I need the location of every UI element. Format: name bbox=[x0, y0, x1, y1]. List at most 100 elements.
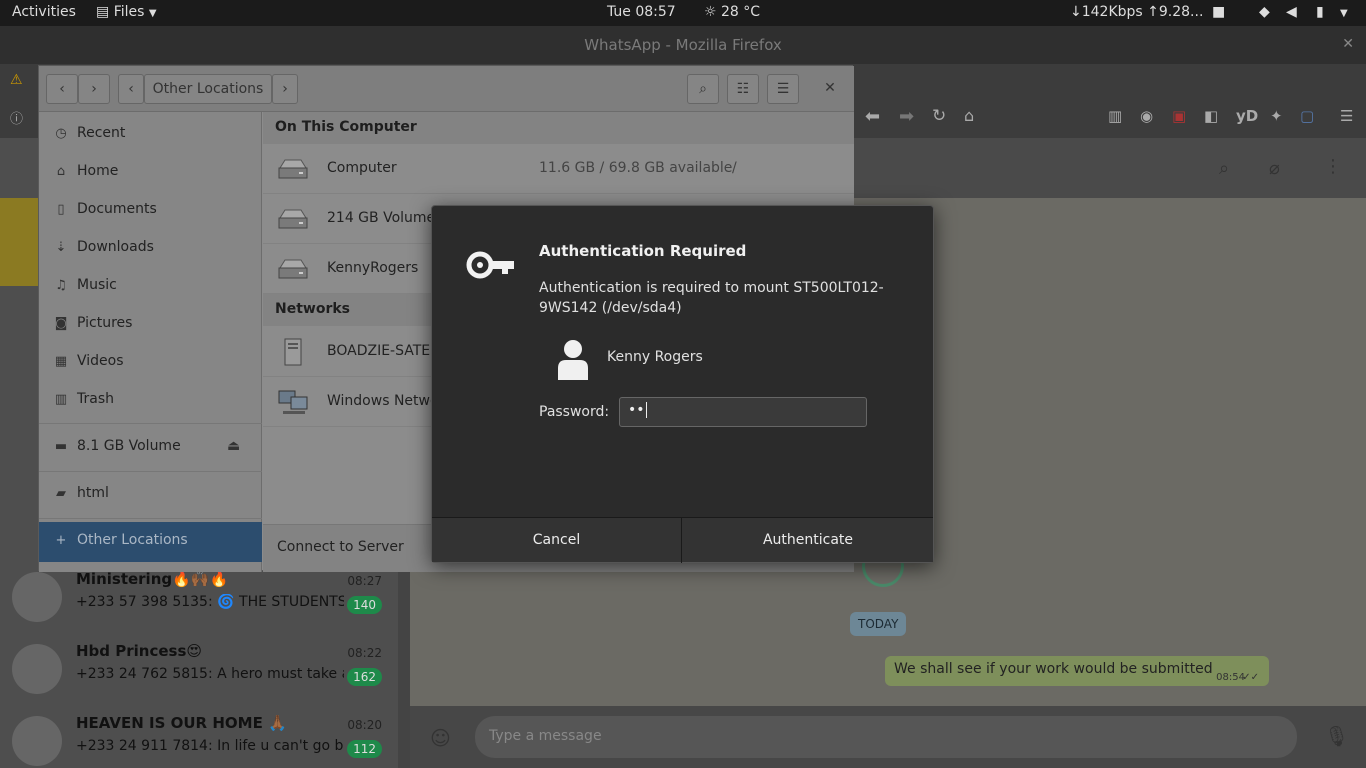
network-computers-icon bbox=[278, 390, 308, 414]
computer-tower-icon bbox=[284, 338, 302, 366]
group-avatar bbox=[12, 716, 62, 766]
music-icon: ♫ bbox=[55, 278, 67, 293]
date-divider: TODAY bbox=[850, 612, 907, 636]
message-time: 08:54 bbox=[1216, 672, 1245, 683]
home-icon[interactable]: ⌂ bbox=[964, 106, 974, 125]
sidebar-item-label: Music bbox=[77, 277, 117, 293]
more-options-icon[interactable]: ⋮ bbox=[1324, 156, 1342, 177]
clock[interactable]: Tue 08:57 bbox=[607, 4, 676, 20]
home-icon: ⌂ bbox=[56, 164, 66, 179]
back-icon[interactable]: ⬅ bbox=[865, 106, 880, 127]
connect-to-server-label: Connect to Server bbox=[277, 539, 404, 555]
group-avatar bbox=[12, 572, 62, 622]
activities-button[interactable]: Activities bbox=[12, 4, 76, 20]
sidebar-item-recent[interactable]: ◷ Recent bbox=[39, 115, 262, 153]
sidebar-item-pictures[interactable]: ◙ Pictures bbox=[39, 305, 262, 343]
firefox-close-icon[interactable]: ✕ bbox=[1342, 36, 1354, 52]
attach-icon[interactable]: ⌀ bbox=[1269, 158, 1280, 179]
sidebar-item-label: Videos bbox=[77, 353, 124, 369]
camera-indicator-icon: ■ bbox=[1212, 4, 1226, 20]
dialog-message: Authentication is required to mount ST50… bbox=[539, 280, 884, 316]
hamburger-icon: ☰ bbox=[776, 81, 790, 97]
sidebar-icon[interactable]: ◧ bbox=[1204, 107, 1218, 125]
battery-icon[interactable]: ▮ bbox=[1316, 4, 1324, 20]
film-icon: ▦ bbox=[54, 354, 68, 369]
authenticate-button[interactable]: Authenticate bbox=[683, 518, 933, 563]
chevron-right-icon: › bbox=[282, 81, 288, 97]
hard-drive-icon bbox=[278, 209, 308, 229]
chevron-right-icon: › bbox=[91, 81, 97, 97]
menu-button[interactable]: ☰ bbox=[767, 74, 799, 104]
gnome-top-bar: Activities ▤ Files ▼ Tue 08:57 ☼ 28 °C ↓… bbox=[0, 0, 1366, 26]
path-bar-current[interactable]: Other Locations bbox=[144, 74, 272, 104]
chat-list-item[interactable]: Hbd Princess😍 08:22 +233 24 762 5815: A … bbox=[0, 634, 398, 706]
chat-name: HEAVEN IS OUR HOME 🙏🏾 bbox=[76, 714, 287, 732]
sidebar-item-label: html bbox=[77, 485, 109, 501]
password-input[interactable]: •• bbox=[619, 397, 867, 427]
path-scroll-right-button[interactable]: › bbox=[272, 74, 298, 104]
sidebar-item-music[interactable]: ♫ Music bbox=[39, 267, 262, 305]
site-info-icon[interactable]: ⓘ bbox=[10, 108, 23, 127]
chevron-left-icon: ‹ bbox=[59, 81, 65, 97]
chat-list-item[interactable]: HEAVEN IS OUR HOME 🙏🏾 08:20 +233 24 911 … bbox=[0, 706, 398, 768]
folder-icon: ▰ bbox=[56, 486, 66, 501]
network-speed: ↓142Kbps ↑9.28... bbox=[1070, 4, 1204, 20]
hard-drive-icon bbox=[278, 259, 308, 279]
close-button[interactable]: ✕ bbox=[815, 74, 845, 104]
text-cursor bbox=[645, 402, 647, 418]
sidebar-item-trash[interactable]: ▥ Trash bbox=[39, 381, 262, 419]
forward-button[interactable]: › bbox=[78, 74, 110, 104]
volume-icon[interactable]: ◀ bbox=[1286, 4, 1297, 20]
chat-list-item[interactable]: Ministering🔥🙌🏾🔥 08:27 +233 57 398 5135: … bbox=[0, 562, 398, 634]
back-button[interactable]: ‹ bbox=[46, 74, 78, 104]
files-app-icon: ▤ bbox=[96, 4, 110, 20]
library-icon[interactable]: ▥ bbox=[1108, 107, 1122, 125]
extension-icon-3[interactable]: ▢ bbox=[1300, 107, 1314, 125]
view-toggle-button[interactable]: ☷ bbox=[727, 74, 759, 104]
microphone-icon[interactable]: 🎙 bbox=[1324, 724, 1349, 748]
yd-extension-icon[interactable]: yD bbox=[1236, 107, 1258, 125]
firefox-titlebar: WhatsApp - Mozilla Firefox bbox=[0, 26, 1366, 64]
sidebar-item-label: Other Locations bbox=[77, 532, 188, 548]
sidebar-divider bbox=[39, 518, 262, 519]
chevron-down-icon: ▼ bbox=[148, 8, 157, 19]
sidebar-item-other-locations[interactable]: + Other Locations bbox=[39, 522, 262, 562]
sidebar-item-documents[interactable]: ▯ Documents bbox=[39, 191, 262, 229]
document-icon: ▯ bbox=[57, 202, 65, 217]
hd-extension-icon[interactable]: ▣ bbox=[1172, 107, 1186, 125]
sidebar-item-html[interactable]: ▰ html bbox=[39, 475, 262, 513]
chat-preview: +233 24 762 5815: A hero must take a st.… bbox=[76, 666, 344, 682]
reload-icon[interactable]: ↻ bbox=[932, 106, 946, 126]
extension-icon[interactable]: ◉ bbox=[1140, 107, 1153, 125]
sidebar-item-videos[interactable]: ▦ Videos bbox=[39, 343, 262, 381]
forward-icon[interactable]: ➡ bbox=[899, 106, 914, 127]
files-headerbar: ‹ › ‹ Other Locations › ⌕ ☷ ☰ ✕ bbox=[39, 66, 854, 112]
sidebar-item-volume[interactable]: ▬ 8.1 GB Volume ⏏ bbox=[39, 428, 262, 466]
password-value: •• bbox=[628, 402, 645, 418]
cancel-button[interactable]: Cancel bbox=[432, 518, 682, 563]
search-button[interactable]: ⌕ bbox=[687, 74, 719, 104]
system-menu-chevron-icon[interactable]: ▼ bbox=[1340, 8, 1348, 19]
location-row-computer[interactable]: Computer 11.6 GB / 69.8 GB available / bbox=[263, 144, 854, 194]
extension-icon-2[interactable]: ✦ bbox=[1270, 107, 1283, 125]
dialog-button-bar: Cancel Authenticate bbox=[432, 517, 933, 563]
user-avatar-icon bbox=[558, 340, 588, 380]
camera-icon: ◙ bbox=[54, 316, 68, 331]
weather-indicator[interactable]: ☼ 28 °C bbox=[704, 4, 760, 20]
sidebar-item-downloads[interactable]: ⇣ Downloads bbox=[39, 229, 262, 267]
section-header-on-this-computer: On This Computer bbox=[263, 112, 854, 144]
sidebar-item-home[interactable]: ⌂ Home bbox=[39, 153, 262, 191]
path-scroll-left-button[interactable]: ‹ bbox=[118, 74, 144, 104]
message-input[interactable]: Type a message bbox=[475, 716, 1297, 758]
app-menu-button[interactable]: ▤ Files ▼ bbox=[96, 4, 157, 20]
menu-icon[interactable]: ☰ bbox=[1340, 107, 1353, 125]
chat-time: 08:22 bbox=[347, 646, 382, 660]
unread-badge: 140 bbox=[347, 596, 382, 614]
search-icon[interactable]: ⌕ bbox=[1219, 158, 1229, 179]
wifi-icon[interactable]: ◆ bbox=[1259, 4, 1270, 20]
eject-icon[interactable]: ⏏ bbox=[227, 438, 240, 454]
sidebar-item-label: Documents bbox=[77, 201, 157, 217]
message-text: We shall see if your work would be submi… bbox=[894, 661, 1213, 677]
emoji-icon[interactable]: ☺ bbox=[430, 726, 451, 750]
chat-time: 08:27 bbox=[347, 574, 382, 588]
